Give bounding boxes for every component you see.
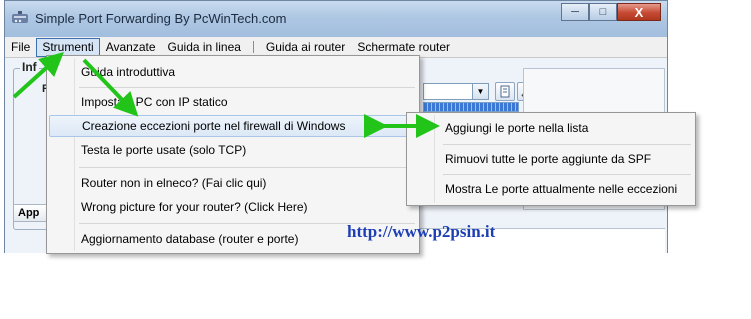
menu-item-eccezioni-firewall[interactable]: Creazione eccezioni porte nel firewall d…	[49, 115, 415, 137]
submenu-item-rimuovi-porte[interactable]: Rimuovi tutte le porte aggiunte da SPF	[409, 148, 691, 170]
chevron-down-icon[interactable]: ▼	[472, 84, 488, 99]
close-button[interactable]: X	[617, 3, 661, 21]
menu-file[interactable]: File	[5, 38, 36, 57]
menu-item-wrong-picture[interactable]: Wrong picture for your router? (Click He…	[49, 196, 415, 218]
progress-bar	[423, 102, 519, 112]
window-controls: ─ □ X	[561, 3, 661, 23]
menu-separator	[252, 41, 254, 53]
submenu-item-mostra-porte[interactable]: Mostra Le porte attualmente nelle eccezi…	[409, 178, 691, 200]
firewall-submenu: Aggiungi le porte nella lista Rimuovi tu…	[406, 112, 696, 206]
menu-item-label: Creazione eccezioni porte nel firewall d…	[82, 119, 346, 133]
maximize-button[interactable]: □	[589, 3, 617, 21]
document-button[interactable]	[495, 82, 515, 101]
menu-item-router-non-in-elenco[interactable]: Router non in elneco? (Fai clic qui)	[49, 172, 415, 194]
menu-guida-ai-router[interactable]: Guida ai router	[260, 38, 351, 57]
watermark-url: http://www.p2psin.it	[347, 222, 496, 241]
menu-separator	[79, 167, 415, 168]
menu-separator	[443, 144, 691, 145]
menu-item-testa-porte[interactable]: Testa le porte usate (solo TCP)	[49, 139, 415, 161]
menu-guida-in-linea[interactable]: Guida in linea	[162, 38, 247, 57]
menu-avanzate[interactable]: Avanzate	[100, 38, 162, 57]
menu-item-imposta-ip-statico[interactable]: Imposta il PC con IP statico	[49, 91, 415, 113]
spf-app-icon	[12, 11, 28, 23]
minimize-icon: ─	[571, 6, 579, 18]
menu-separator	[443, 174, 691, 175]
menu-strumenti[interactable]: Strumenti	[36, 37, 100, 57]
menu-item-guida-introduttiva[interactable]: Guida introduttiva	[49, 61, 415, 83]
submenu-item-aggiungi-porte[interactable]: Aggiungi le porte nella lista	[409, 117, 691, 139]
title-bar[interactable]: Simple Port Forwarding By PcWinTech.com …	[5, 1, 667, 37]
maximize-icon: □	[599, 6, 607, 18]
minimize-button[interactable]: ─	[561, 3, 589, 21]
document-icon	[500, 85, 510, 98]
group-title: Inf	[20, 60, 39, 74]
window-title: Simple Port Forwarding By PcWinTech.com	[35, 11, 287, 26]
menu-separator	[79, 87, 415, 88]
router-select[interactable]: ▼	[423, 83, 489, 100]
close-icon: X	[634, 4, 644, 20]
menu-schermate-router[interactable]: Schermate router	[351, 38, 456, 57]
